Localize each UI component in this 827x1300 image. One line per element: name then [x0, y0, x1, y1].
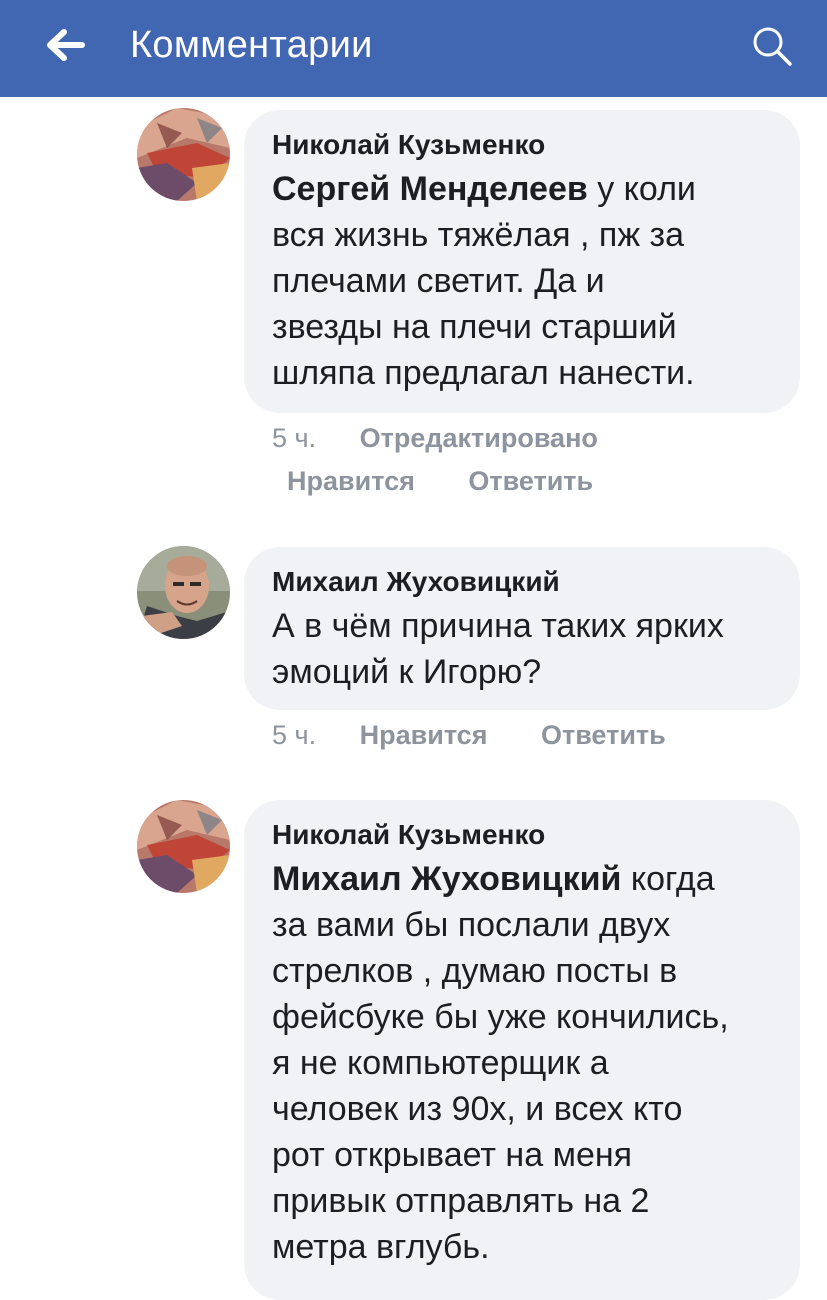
comment-timestamp: 5 ч. [272, 423, 317, 453]
comment-actions: Нравится Ответить [287, 461, 593, 501]
avatar[interactable] [137, 108, 230, 201]
comment-bubble[interactable]: Николай Кузьменко Сергей Менделеев у кол… [244, 110, 800, 413]
like-button[interactable]: Нравится [360, 720, 488, 750]
arrow-left-icon [47, 29, 85, 61]
comment-author[interactable]: Михаил Жуховицкий [272, 561, 772, 603]
reply-button[interactable]: Ответить [468, 466, 593, 496]
avatar[interactable] [137, 546, 230, 639]
back-button[interactable] [40, 22, 90, 68]
edited-label[interactable]: Отредактировано [360, 423, 598, 453]
comment-text: А в чём причина таких ярких эмоций к Игор… [272, 607, 724, 691]
comment-bubble[interactable]: Михаил Жуховицкий А в чём причина таких … [244, 547, 800, 710]
top-app-bar: Комментарии [0, 0, 827, 97]
comment-timestamp: 5 ч. [272, 720, 317, 750]
reply-button[interactable]: Ответить [541, 720, 666, 750]
comment-text: Михаил Жуховицкий когда за вами бы послал… [272, 860, 729, 1266]
mention-link[interactable]: Михаил Жуховицкий [272, 860, 621, 898]
avatar[interactable] [137, 800, 230, 893]
comment-meta: 5 ч. Нравится Ответить [272, 715, 666, 755]
comment-text: Сергей Менделеев у коли вся жизнь тяжёлая… [272, 170, 696, 392]
comment-author[interactable]: Николай Кузьменко [272, 814, 772, 856]
comment-bubble[interactable]: Николай Кузьменко Михаил Жуховицкий когд… [244, 800, 800, 1300]
like-button[interactable]: Нравится [287, 466, 415, 496]
search-icon [753, 27, 792, 66]
comment-author[interactable]: Николай Кузьменко [272, 124, 772, 166]
search-button[interactable] [748, 22, 798, 72]
comment-meta: 5 ч. Отредактировано [272, 418, 598, 458]
page-title: Комментарии [130, 24, 373, 66]
mention-link[interactable]: Сергей Менделеев [272, 170, 588, 208]
